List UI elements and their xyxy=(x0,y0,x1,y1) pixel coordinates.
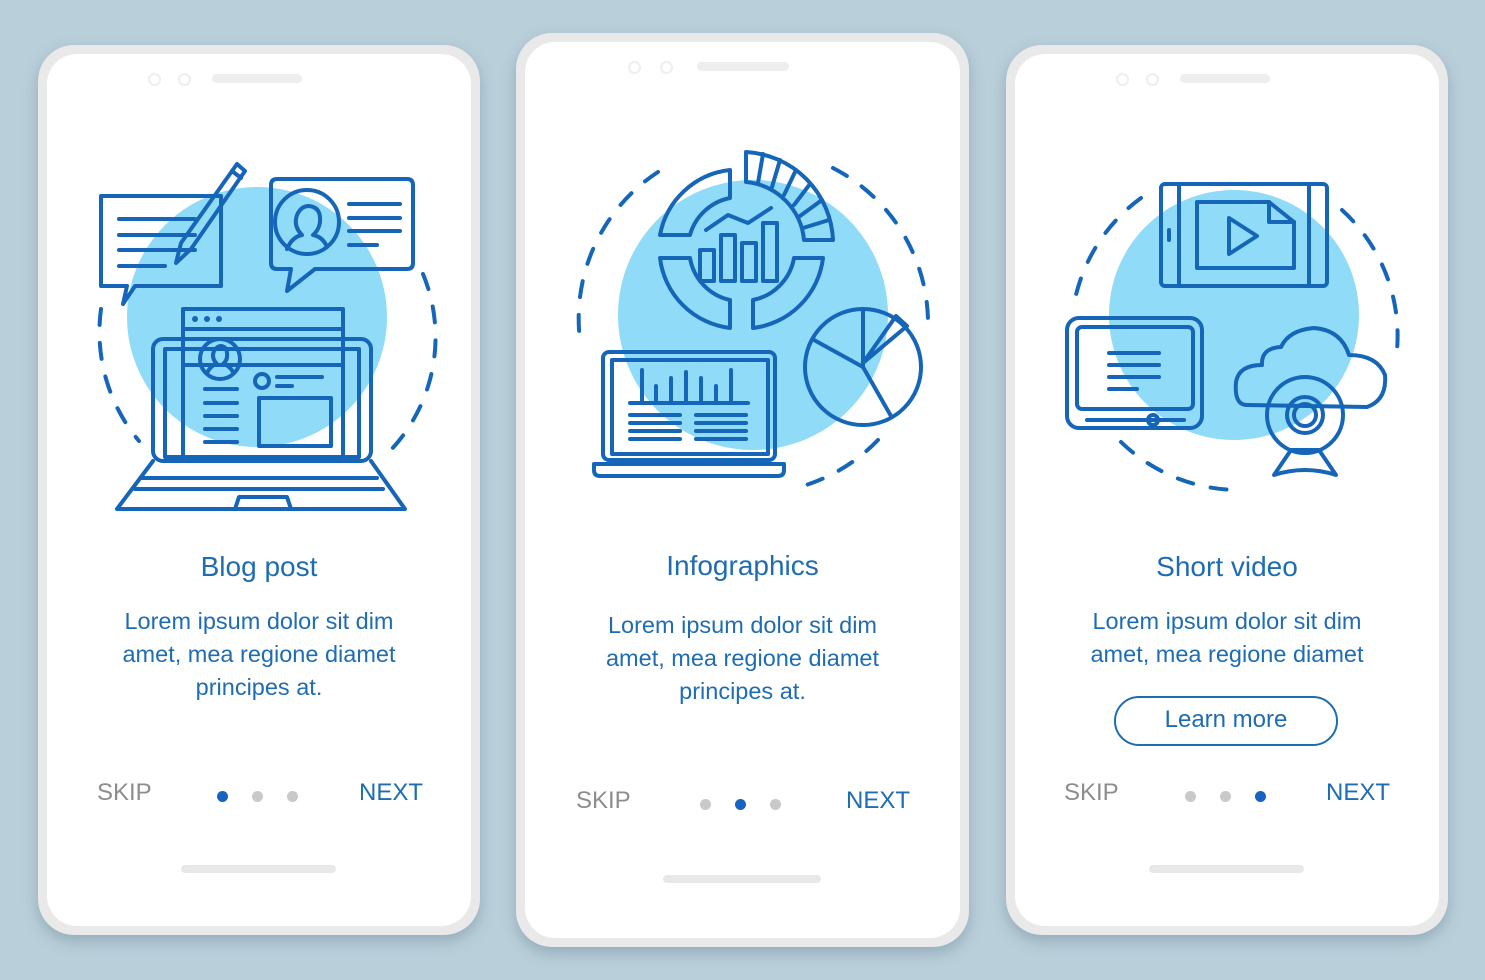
description-line: Lorem ipsum dolor sit dim xyxy=(1092,608,1362,634)
skip-button[interactable]: SKIP xyxy=(576,787,631,815)
onboarding-screen: Infographics Lorem ipsum dolor sit dim a… xyxy=(525,42,960,938)
home-indicator xyxy=(181,865,336,873)
infographics-illustration xyxy=(576,150,930,490)
onboarding-screen: Short video Lorem ipsum dolor sit dim am… xyxy=(1015,54,1439,926)
home-indicator xyxy=(1149,865,1304,873)
page-indicator xyxy=(1185,791,1266,802)
phone-infographics: Infographics Lorem ipsum dolor sit dim a… xyxy=(516,33,969,947)
front-camera xyxy=(1116,73,1129,86)
description-line: Lorem ipsum dolor sit dim xyxy=(607,612,878,638)
short-video-illustration xyxy=(1065,182,1400,492)
page-dot-2-active[interactable] xyxy=(735,799,746,810)
page-dot-3[interactable] xyxy=(287,791,298,802)
next-button[interactable]: NEXT xyxy=(846,787,910,815)
page-dot-2[interactable] xyxy=(1220,791,1231,802)
description-line: amet, mea regione diamet xyxy=(122,641,396,667)
speaker-grille xyxy=(1180,74,1270,83)
page-indicator xyxy=(700,799,781,810)
learn-more-button[interactable]: Learn more xyxy=(1114,696,1338,746)
sensor xyxy=(178,73,191,86)
page-dot-2[interactable] xyxy=(252,791,263,802)
page-indicator xyxy=(217,791,298,802)
screen-description: Lorem ipsum dolor sit dim amet, mea regi… xyxy=(47,605,471,704)
description-line: amet, mea regione diamet xyxy=(1090,641,1364,667)
speaker-grille xyxy=(212,74,302,83)
screen-description: Lorem ipsum dolor sit dim amet, mea regi… xyxy=(1015,605,1439,671)
front-camera xyxy=(628,61,641,74)
screen-description: Lorem ipsum dolor sit dim amet, mea regi… xyxy=(525,609,960,708)
blog-post-illustration xyxy=(97,162,438,511)
description-line: principes at. xyxy=(679,678,806,704)
screen-title: Blog post xyxy=(200,551,318,582)
skip-button[interactable]: SKIP xyxy=(97,779,152,807)
screen-title: Short video xyxy=(1156,551,1298,582)
sensor xyxy=(1146,73,1159,86)
phone-blog-post: Blog post Lorem ipsum dolor sit dim amet… xyxy=(38,45,480,935)
background-circle xyxy=(1109,190,1359,440)
description-line: Lorem ipsum dolor sit dim xyxy=(124,608,394,634)
dashed-orbit xyxy=(385,272,438,456)
page-dot-1[interactable] xyxy=(700,799,711,810)
front-camera xyxy=(148,73,161,86)
screen-title: Infographics xyxy=(666,550,819,581)
sensor xyxy=(660,61,673,74)
next-button[interactable]: NEXT xyxy=(359,779,423,807)
dashed-orbit xyxy=(1119,440,1241,492)
home-indicator xyxy=(663,875,821,883)
page-dot-1-active[interactable] xyxy=(217,791,228,802)
page-dot-3-active[interactable] xyxy=(1255,791,1266,802)
onboarding-screen: Blog post Lorem ipsum dolor sit dim amet… xyxy=(47,54,471,926)
description-line: amet, mea regione diamet xyxy=(605,645,879,671)
dashed-orbit xyxy=(794,438,880,490)
phone-short-video: Short video Lorem ipsum dolor sit dim am… xyxy=(1006,45,1448,935)
speaker-grille xyxy=(697,62,789,71)
page-dot-3[interactable] xyxy=(770,799,781,810)
page-dot-1[interactable] xyxy=(1185,791,1196,802)
skip-button[interactable]: SKIP xyxy=(1064,779,1119,807)
description-line: principes at. xyxy=(195,674,323,700)
next-button[interactable]: NEXT xyxy=(1326,779,1390,807)
